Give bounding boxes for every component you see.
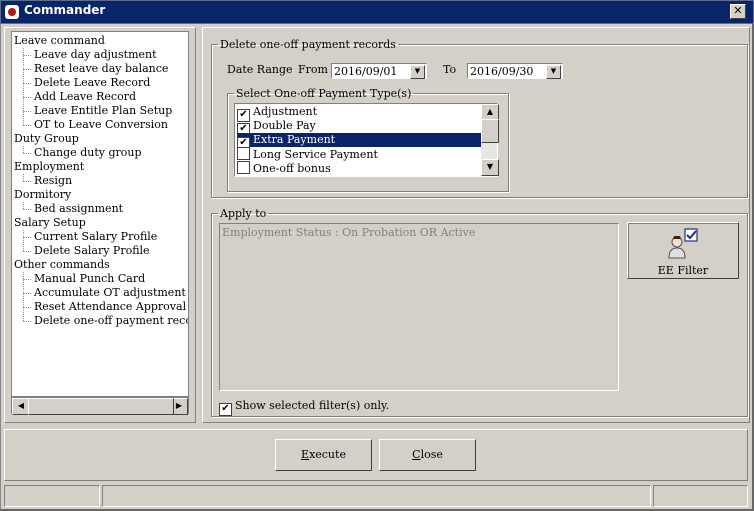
title-bar[interactable] bbox=[0, 0, 754, 24]
tree-command-item[interactable]: Current Salary Profile bbox=[34, 230, 157, 244]
tree-command-item[interactable]: Change duty group bbox=[34, 146, 142, 160]
tree-group-item[interactable]: Dormitory bbox=[14, 188, 71, 202]
tree-connector bbox=[23, 153, 31, 154]
tree-group-item[interactable]: Other commands bbox=[14, 258, 110, 272]
ee-filter-button[interactable]: EE Filter bbox=[627, 222, 739, 279]
tree-connector bbox=[23, 230, 24, 251]
tree-group-item[interactable]: Employment bbox=[14, 160, 84, 174]
tree-connector bbox=[23, 202, 24, 209]
tree-group-item[interactable]: Duty Group bbox=[14, 132, 79, 146]
checkbox[interactable] bbox=[237, 161, 250, 174]
apply-to-legend: Apply to bbox=[220, 207, 267, 220]
tree-connector bbox=[23, 251, 31, 252]
tree-connector bbox=[23, 146, 24, 153]
from-date-value: 2016/09/01 bbox=[334, 65, 398, 78]
payment-type-list[interactable]: ✔ Adjustment ✔ Double Pay ✔ Extra Payment L… bbox=[234, 103, 498, 177]
from-label: From bbox=[298, 63, 328, 76]
to-label: To bbox=[443, 63, 457, 76]
tree-connector bbox=[23, 174, 24, 181]
app-icon bbox=[5, 5, 19, 19]
tree-connector bbox=[23, 125, 31, 126]
payment-type-label: Extra Payment bbox=[253, 133, 336, 146]
payment-type-item[interactable]: One-off bonus bbox=[237, 161, 482, 175]
payment-type-vertical-scrollbar[interactable]: ▲ ▼ bbox=[481, 104, 499, 176]
close-button[interactable]: Close bbox=[379, 439, 476, 471]
tree-connector bbox=[23, 279, 31, 280]
show-selected-filters-option[interactable]: ✔ Show selected filter(s) only. bbox=[219, 399, 389, 416]
chevron-down-icon[interactable]: ▼ bbox=[410, 65, 425, 79]
payment-type-label: Long Service Payment bbox=[253, 148, 378, 161]
tree-connector bbox=[23, 97, 31, 98]
close-mnemonic: C bbox=[412, 448, 421, 461]
tree-command-item[interactable]: Leave Entitle Plan Setup bbox=[34, 104, 172, 118]
tree-connector bbox=[23, 83, 31, 84]
payment-type-item[interactable]: ✔ Extra Payment bbox=[236, 132, 483, 150]
tree-command-item[interactable]: Delete Salary Profile bbox=[34, 244, 150, 258]
from-date-combo[interactable]: 2016/09/01 ▼ bbox=[331, 63, 427, 79]
date-range-label: Date Range bbox=[227, 63, 293, 76]
delete-records-legend: Delete one-off payment records bbox=[220, 38, 396, 51]
tree-horizontal-scrollbar[interactable]: ◀ ▶ bbox=[11, 397, 189, 415]
tree-command-item[interactable]: Resign bbox=[34, 174, 72, 188]
tree-command-item[interactable]: Add Leave Record bbox=[34, 90, 136, 104]
execute-mnemonic: E bbox=[301, 448, 310, 461]
tree-command-item[interactable]: Manual Punch Card bbox=[34, 272, 145, 286]
tree-connector bbox=[23, 55, 31, 56]
tree-connector bbox=[23, 48, 24, 125]
tree-connector bbox=[23, 321, 31, 322]
scroll-thumb[interactable] bbox=[481, 119, 499, 143]
scroll-thumb[interactable] bbox=[28, 398, 174, 415]
tree-connector bbox=[23, 181, 31, 182]
command-tree[interactable]: Leave command Leave day adjustment Reset l… bbox=[11, 31, 189, 397]
payment-type-item[interactable]: ✔ Adjustment bbox=[237, 105, 482, 122]
tree-connector bbox=[23, 237, 31, 238]
tree-command-item[interactable]: Delete Leave Record bbox=[34, 76, 150, 90]
status-segment bbox=[102, 485, 651, 507]
window-title: Commander bbox=[24, 3, 106, 17]
tree-command-item[interactable]: Reset Attendance Approval Leve bbox=[34, 300, 188, 314]
status-segment bbox=[4, 485, 100, 507]
tree-connector bbox=[23, 209, 31, 210]
status-segment bbox=[653, 485, 748, 507]
tree-connector bbox=[23, 69, 31, 70]
close-label: lose bbox=[420, 448, 443, 461]
payment-type-label: One-off bonus bbox=[253, 162, 331, 175]
filter-criteria-text: Employment Status : On Probation OR Acti… bbox=[222, 226, 476, 239]
payment-type-legend: Select One-off Payment Type(s) bbox=[236, 87, 412, 100]
filter-user-icon bbox=[668, 228, 698, 259]
tree-command-item[interactable]: Reset leave day balance bbox=[34, 62, 168, 76]
execute-label: xecute bbox=[309, 448, 346, 461]
to-date-value: 2016/09/30 bbox=[470, 65, 534, 78]
ee-filter-label: EE Filter bbox=[657, 264, 709, 277]
tree-command-item[interactable]: Accumulate OT adjustment bbox=[34, 286, 186, 300]
window-close-button[interactable]: ✕ bbox=[730, 4, 746, 19]
payment-type-label: Adjustment bbox=[253, 105, 317, 118]
payment-type-label: Double Pay bbox=[253, 119, 316, 132]
execute-button[interactable]: Execute bbox=[275, 439, 372, 471]
show-selected-label: Show selected filter(s) only. bbox=[235, 399, 390, 412]
payment-type-item[interactable]: ✔ Double Pay bbox=[237, 119, 482, 136]
checkbox[interactable] bbox=[237, 147, 250, 160]
chevron-down-icon[interactable]: ▼ bbox=[546, 65, 561, 79]
filter-criteria-box[interactable]: Employment Status : On Probation OR Acti… bbox=[219, 223, 619, 391]
tree-command-item[interactable]: OT to Leave Conversion bbox=[34, 118, 168, 132]
tree-connector bbox=[23, 272, 24, 321]
scroll-down-arrow-icon[interactable]: ▼ bbox=[481, 159, 499, 176]
tree-command-item[interactable]: Leave day adjustment bbox=[34, 48, 157, 62]
payment-type-item[interactable]: Long Service Payment bbox=[237, 147, 482, 161]
tree-group-item[interactable]: Leave command bbox=[14, 34, 105, 48]
tree-connector bbox=[23, 293, 31, 294]
footer-panel bbox=[4, 429, 748, 481]
tree-connector bbox=[23, 111, 31, 112]
to-date-combo[interactable]: 2016/09/30 ▼ bbox=[467, 63, 563, 79]
tree-connector bbox=[23, 307, 31, 308]
tree-command-item[interactable]: Bed assignment bbox=[34, 202, 123, 216]
tree-group-item[interactable]: Salary Setup bbox=[14, 216, 86, 230]
tree-command-item[interactable]: Delete one-off payment records bbox=[34, 314, 188, 328]
show-selected-checkbox[interactable]: ✔ bbox=[219, 403, 232, 416]
